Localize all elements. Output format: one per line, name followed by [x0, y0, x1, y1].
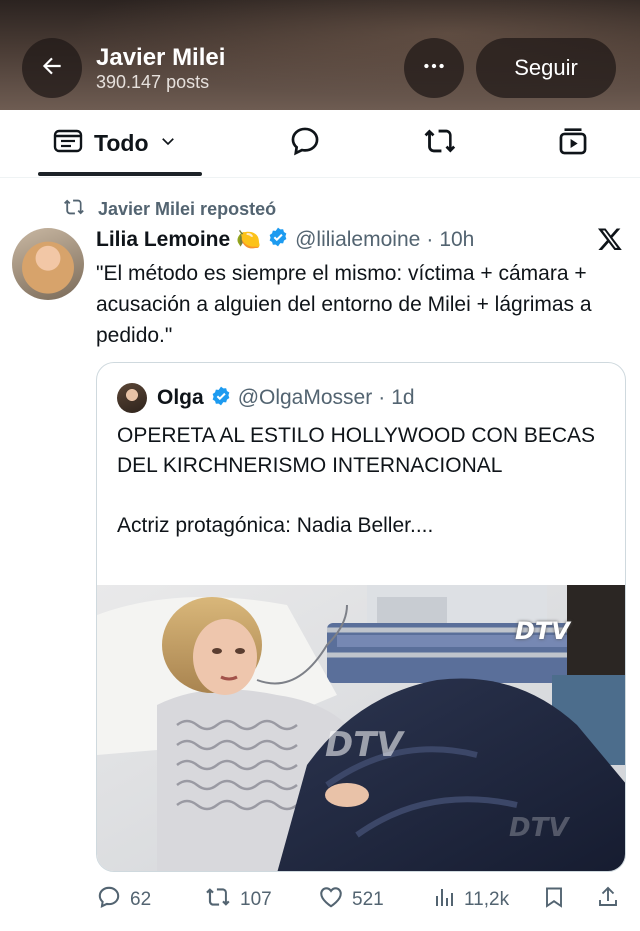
- heart-icon: [318, 884, 344, 916]
- verified-badge-icon: [210, 385, 232, 412]
- tab-all-label: Todo: [94, 129, 149, 156]
- author-handle[interactable]: @lilialemoine: [295, 228, 420, 252]
- tab-replies[interactable]: [288, 110, 322, 176]
- repost-label: Javier Milei reposteó: [98, 199, 277, 219]
- quoted-post[interactable]: Olga @OlgaMosser · 1d OPERETA AL ESTILO …: [96, 362, 626, 872]
- quoted-author-handle: @OlgaMosser: [237, 386, 373, 409]
- post-time[interactable]: 10h: [439, 228, 474, 252]
- quoted-author-name: Olga: [157, 386, 204, 409]
- tab-all[interactable]: Todo: [52, 110, 177, 176]
- views-chart-icon: [432, 884, 456, 916]
- back-button[interactable]: [22, 38, 82, 98]
- repost-small-icon: [62, 196, 86, 223]
- arrow-left-icon: [39, 53, 65, 84]
- dtv-watermark-bottom: DTV: [509, 813, 569, 843]
- repost-button[interactable]: 107: [204, 880, 272, 920]
- views-count: 11,2k: [464, 889, 510, 910]
- follow-button[interactable]: Seguir: [476, 38, 616, 98]
- repost-count: 107: [240, 889, 272, 910]
- dtv-watermark-center: DTV: [325, 725, 403, 765]
- dtv-watermark-top: DTV: [515, 617, 570, 645]
- quoted-author-row: Olga @OlgaMosser · 1d: [117, 383, 415, 413]
- video-icon: [556, 124, 590, 163]
- views-button[interactable]: 11,2k: [432, 880, 509, 920]
- more-options-button[interactable]: [404, 38, 464, 98]
- post-text: "El método es siempre el mismo: víctima …: [96, 262, 592, 347]
- filter-tabs: Todo: [0, 110, 640, 178]
- reply-button[interactable]: 62: [96, 880, 151, 920]
- chevron-down-icon: [159, 132, 177, 155]
- tab-reposts[interactable]: [422, 110, 458, 176]
- quoted-post-time: 1d: [391, 386, 415, 409]
- repost-icon: [422, 124, 458, 163]
- share-button[interactable]: [596, 880, 620, 920]
- verified-badge-icon: [267, 226, 289, 253]
- repost-indicator: Javier Milei reposteó: [62, 196, 276, 223]
- share-icon: [596, 884, 620, 916]
- speech-bubble-icon: [288, 124, 322, 163]
- post-author-row: Lilia Lemoine 🍋 @lilialemoine · 10h: [96, 226, 474, 253]
- more-dots-icon: [421, 53, 447, 84]
- repost-icon: [204, 884, 232, 916]
- timeline-filter-icon: [52, 126, 84, 161]
- reply-count: 62: [130, 889, 152, 910]
- quoted-author-avatar: [117, 383, 147, 413]
- x-logo-icon: [596, 226, 624, 257]
- quoted-post-text: OPERETA AL ESTILO HOLLYWOOD CON BECAS DE…: [117, 424, 596, 537]
- lemon-emoji: 🍋: [236, 229, 262, 251]
- bookmark-icon: [542, 884, 566, 916]
- like-count: 521: [352, 889, 384, 910]
- tab-videos[interactable]: [556, 110, 590, 176]
- post-actions: 62 107 521 11,2k: [96, 880, 626, 920]
- like-button[interactable]: 521: [318, 880, 384, 920]
- profile-name: Javier Milei: [96, 44, 226, 71]
- posts-count: 390.147 posts: [96, 72, 210, 92]
- author-name[interactable]: Lilia Lemoine: [96, 228, 230, 252]
- bookmark-button[interactable]: [542, 880, 566, 920]
- profile-header: Javier Milei 390.147 posts Seguir: [0, 0, 640, 110]
- time-separator: ·: [426, 227, 434, 251]
- author-avatar[interactable]: [12, 228, 84, 300]
- time-separator: ·: [378, 386, 386, 409]
- quoted-post-image[interactable]: DTV DTV DTV: [97, 585, 625, 871]
- active-tab-indicator: [38, 172, 202, 176]
- reply-icon: [96, 884, 122, 916]
